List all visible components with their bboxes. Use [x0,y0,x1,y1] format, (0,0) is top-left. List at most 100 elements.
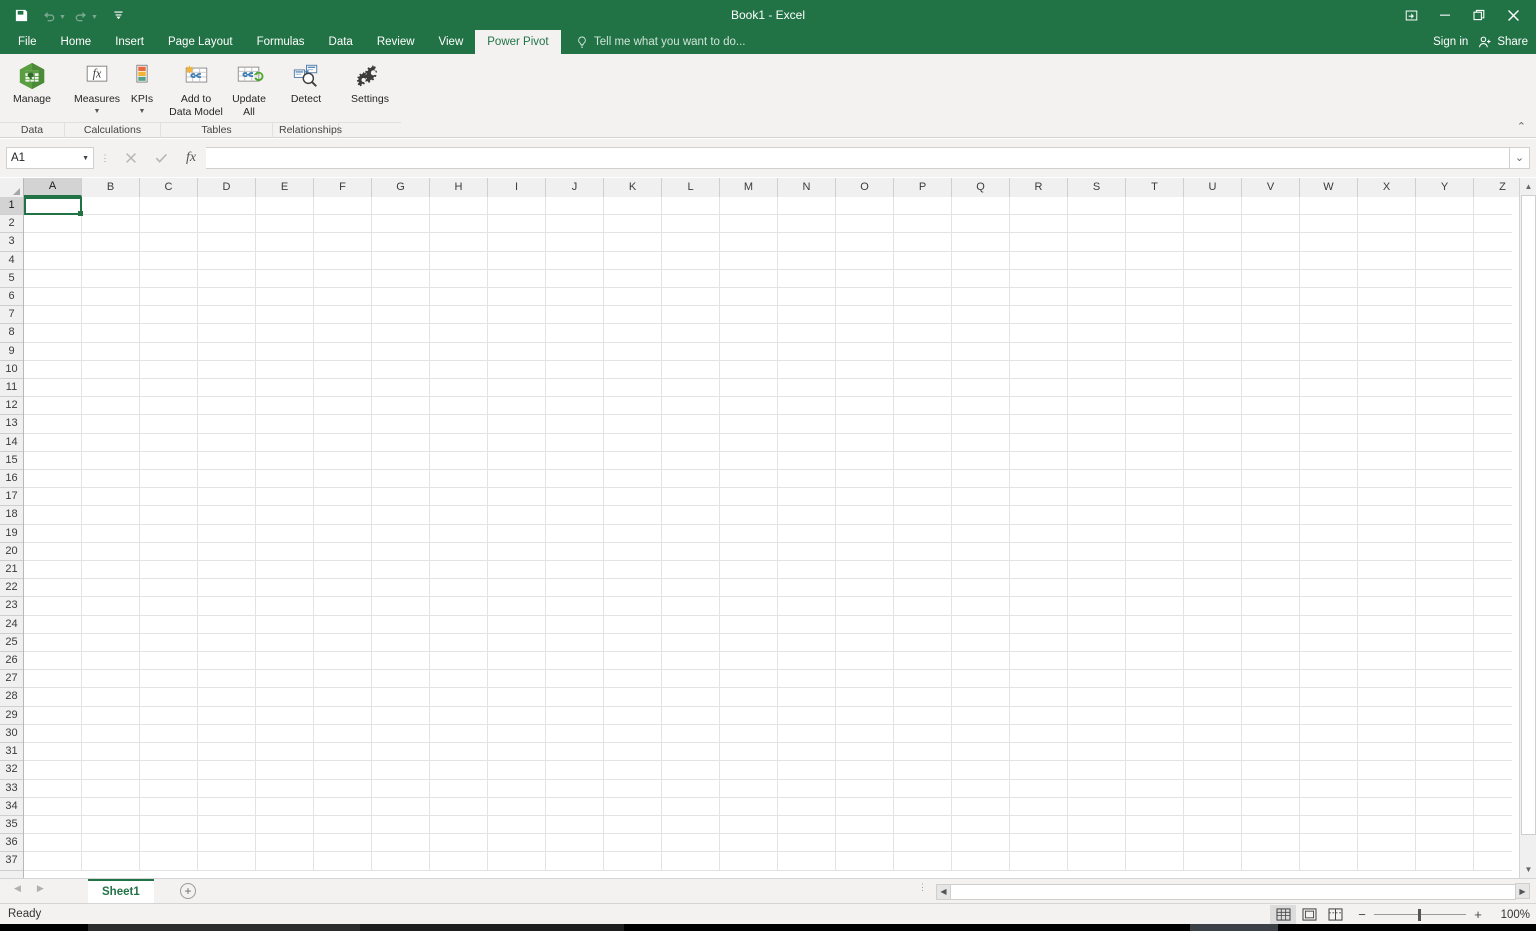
cell-Y35[interactable] [1416,816,1474,834]
cell-V36[interactable] [1242,834,1300,852]
cell-A10[interactable] [24,361,82,379]
cell-K33[interactable] [604,780,662,798]
cell-O2[interactable] [836,215,894,233]
cell-T9[interactable] [1126,343,1184,361]
row-header-6[interactable]: 6 [0,288,23,306]
row-header-22[interactable]: 22 [0,579,23,597]
cell-K26[interactable] [604,652,662,670]
cell-P14[interactable] [894,434,952,452]
cell-U31[interactable] [1184,743,1242,761]
cell-K28[interactable] [604,688,662,706]
cell-D14[interactable] [198,434,256,452]
cell-C35[interactable] [140,816,198,834]
cell-O7[interactable] [836,306,894,324]
cell-B21[interactable] [82,561,140,579]
cell-F37[interactable] [314,852,372,870]
cell-U11[interactable] [1184,379,1242,397]
cell-F16[interactable] [314,470,372,488]
zoom-level-label[interactable]: 100% [1494,909,1530,921]
cell-G12[interactable] [372,397,430,415]
column-header-i[interactable]: I [488,178,546,197]
cell-A3[interactable] [24,233,82,251]
cell-D11[interactable] [198,379,256,397]
tell-me-search[interactable]: Tell me what you want to do... [576,30,746,54]
cell-J17[interactable] [546,488,604,506]
cell-P26[interactable] [894,652,952,670]
cell-O10[interactable] [836,361,894,379]
cell-J7[interactable] [546,306,604,324]
cell-S35[interactable] [1068,816,1126,834]
cell-J20[interactable] [546,543,604,561]
cell-D36[interactable] [198,834,256,852]
cell-M18[interactable] [720,506,778,524]
cell-G11[interactable] [372,379,430,397]
cell-H11[interactable] [430,379,488,397]
cell-H32[interactable] [430,761,488,779]
cell-T22[interactable] [1126,579,1184,597]
cell-B22[interactable] [82,579,140,597]
cell-X9[interactable] [1358,343,1416,361]
cell-N17[interactable] [778,488,836,506]
cell-H18[interactable] [430,506,488,524]
cell-J33[interactable] [546,780,604,798]
cell-I33[interactable] [488,780,546,798]
cell-M36[interactable] [720,834,778,852]
cell-B6[interactable] [82,288,140,306]
cell-O3[interactable] [836,233,894,251]
cell-P23[interactable] [894,597,952,615]
cell-J24[interactable] [546,616,604,634]
cell-F17[interactable] [314,488,372,506]
cell-Y14[interactable] [1416,434,1474,452]
cell-F11[interactable] [314,379,372,397]
cell-S27[interactable] [1068,670,1126,688]
cell-B15[interactable] [82,452,140,470]
cell-X5[interactable] [1358,270,1416,288]
cell-O18[interactable] [836,506,894,524]
cell-E14[interactable] [256,434,314,452]
cell-H27[interactable] [430,670,488,688]
column-header-g[interactable]: G [372,178,430,197]
row-header-13[interactable]: 13 [0,415,23,433]
cell-G22[interactable] [372,579,430,597]
cell-D5[interactable] [198,270,256,288]
row-header-18[interactable]: 18 [0,506,23,524]
cell-Q5[interactable] [952,270,1010,288]
cell-T17[interactable] [1126,488,1184,506]
cell-Z20[interactable] [1474,543,1512,561]
cell-V12[interactable] [1242,397,1300,415]
cell-E12[interactable] [256,397,314,415]
cell-C26[interactable] [140,652,198,670]
cell-N25[interactable] [778,634,836,652]
cell-J25[interactable] [546,634,604,652]
cell-B26[interactable] [82,652,140,670]
cell-E7[interactable] [256,306,314,324]
scroll-left-icon[interactable]: ◀ [936,884,951,900]
cell-X28[interactable] [1358,688,1416,706]
cell-A28[interactable] [24,688,82,706]
cell-R16[interactable] [1010,470,1068,488]
cell-Z33[interactable] [1474,780,1512,798]
cell-L36[interactable] [662,834,720,852]
cell-F34[interactable] [314,798,372,816]
cell-M26[interactable] [720,652,778,670]
cell-Y37[interactable] [1416,852,1474,870]
cell-Y28[interactable] [1416,688,1474,706]
cell-J16[interactable] [546,470,604,488]
cell-R32[interactable] [1010,761,1068,779]
cell-A19[interactable] [24,525,82,543]
cell-R12[interactable] [1010,397,1068,415]
cell-L16[interactable] [662,470,720,488]
cell-Y26[interactable] [1416,652,1474,670]
active-cell-a1[interactable] [24,197,82,215]
cell-X35[interactable] [1358,816,1416,834]
cell-C20[interactable] [140,543,198,561]
cell-V26[interactable] [1242,652,1300,670]
cell-W6[interactable] [1300,288,1358,306]
cell-Y13[interactable] [1416,415,1474,433]
cell-S7[interactable] [1068,306,1126,324]
cell-P2[interactable] [894,215,952,233]
ribbon-display-options-icon[interactable] [1394,2,1428,28]
cell-R22[interactable] [1010,579,1068,597]
cell-E28[interactable] [256,688,314,706]
row-header-2[interactable]: 2 [0,215,23,233]
